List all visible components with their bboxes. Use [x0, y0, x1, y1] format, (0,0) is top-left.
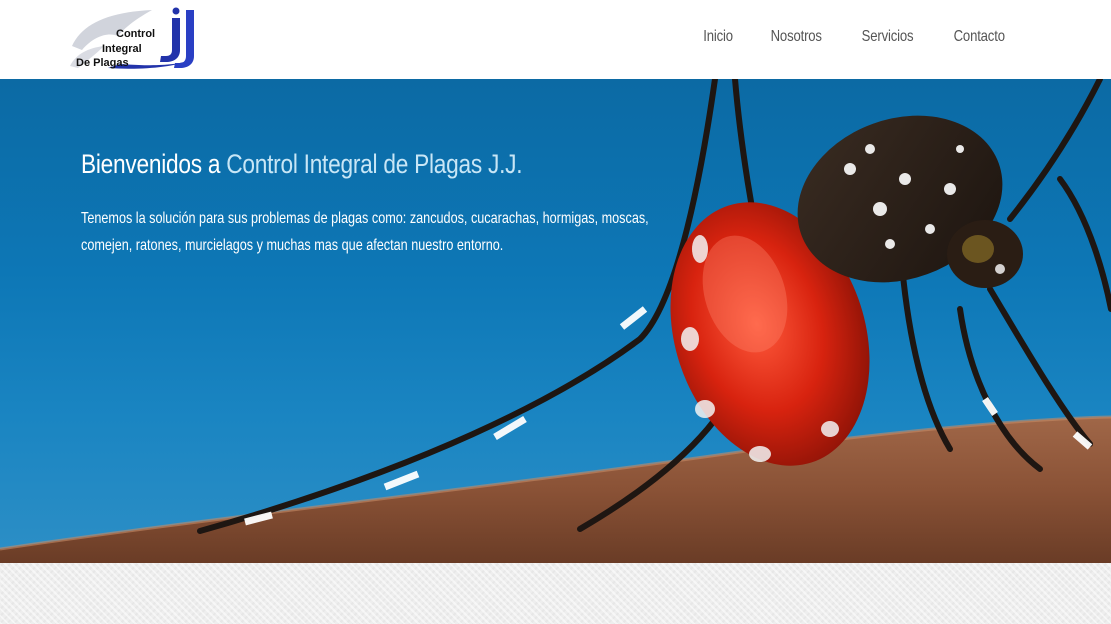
site-logo[interactable]: Control Integral De Plagas — [68, 6, 196, 70]
logo-text-line1: Control — [116, 28, 156, 40]
nav-item-contacto[interactable]: Contacto — [953, 28, 1004, 46]
hero-title: Bienvenidos a Control Integral de Plagas… — [81, 149, 523, 180]
pattern-band — [0, 563, 1111, 624]
nav-item-nosotros[interactable]: Nosotros — [770, 28, 821, 46]
logo-text-line3: De Plagas — [76, 57, 129, 69]
hero-banner: Bienvenidos a Control Integral de Plagas… — [0, 79, 1111, 563]
hero-title-prefix: Bienvenidos a — [81, 149, 227, 179]
hero-description-line2: comejen, ratones, murcielagos y muchas m… — [81, 237, 504, 254]
main-nav: Inicio Nosotros Servicios Contacto — [700, 28, 1010, 46]
hero-description: Tenemos la solución para sus problemas d… — [81, 205, 649, 259]
nav-item-servicios[interactable]: Servicios — [861, 28, 913, 46]
site-header: Control Integral De Plagas Inicio Nosotr… — [0, 0, 1111, 79]
hero-title-accent: Control Integral de Plagas J.J. — [226, 149, 523, 179]
nav-item-inicio[interactable]: Inicio — [703, 28, 733, 46]
hero-description-line1: Tenemos la solución para sus problemas d… — [81, 210, 649, 227]
logo-text-line2: Integral — [102, 43, 142, 55]
